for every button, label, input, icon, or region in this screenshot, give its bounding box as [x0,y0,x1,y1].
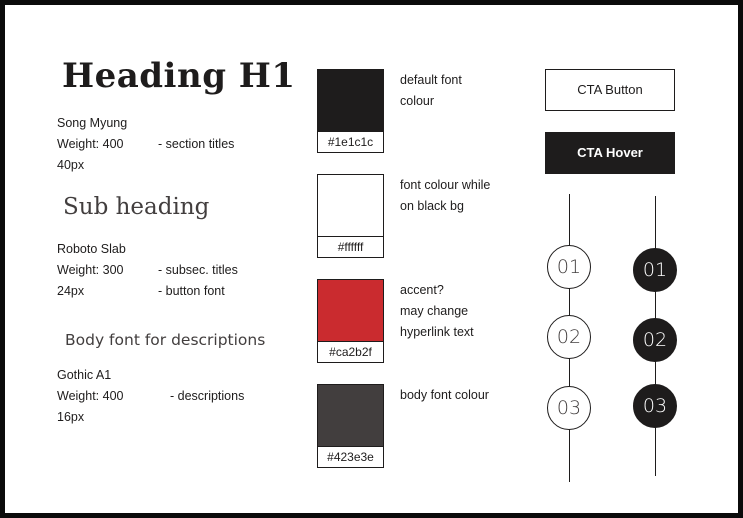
cta-button-hover[interactable]: CTA Hover [545,132,675,174]
subheading-font-usage-2: - button font [158,284,225,298]
swatch-fill [318,280,383,343]
subheading-font-weight: Weight: 300 [57,263,124,277]
swatch-fill [318,385,383,448]
step-circle-light-02[interactable]: 02 [547,315,591,359]
note-line: colour [400,94,435,108]
swatch-hex-code: #ffffff [318,236,383,257]
body-font-sample: Body font for descriptions [65,331,266,349]
color-swatch-white: #ffffff [317,174,384,258]
subheading-font-name: Roboto Slab [57,242,126,256]
step-circle-light-01[interactable]: 01 [547,245,591,289]
swatch-hex-code: #ca2b2f [318,341,383,362]
swatch-fill [318,175,383,238]
note-line: hyperlink text [400,325,474,339]
body-font-name: Gothic A1 [57,368,112,382]
step-circle-dark-01[interactable]: 01 [633,248,677,292]
subheading-sample: Sub heading [63,194,210,220]
swatch-note-white: font colour while on black bg [400,175,490,217]
swatch-hex-code: #1e1c1c [318,131,383,152]
swatch-fill [318,70,383,133]
note-line: on black bg [400,199,464,213]
color-swatch-accent: #ca2b2f [317,279,384,363]
heading-h1-sample: Heading H1 [62,56,296,96]
subheading-font-size: 24px [57,284,85,298]
body-font-usage: - descriptions [170,389,245,403]
color-swatch-body-font: #423e3e [317,384,384,468]
step-circle-light-03[interactable]: 03 [547,386,591,430]
step-circle-dark-03[interactable]: 03 [633,384,677,428]
note-line: body font colour [400,388,489,402]
step-circle-dark-02[interactable]: 02 [633,318,677,362]
note-line: may change [400,304,469,318]
heading-font-name: Song Myung [57,116,128,130]
heading-font-weight: Weight: 400 [57,137,124,151]
heading-font-usage: - section titles [158,137,235,151]
note-line: default font [400,73,462,87]
subheading-font-usage: - subsec. titles [158,263,238,277]
cta-button-default[interactable]: CTA Button [545,69,675,111]
heading-font-size: 40px [57,158,85,172]
swatch-note-accent: accent? may change hyperlink text [400,280,474,343]
swatch-hex-code: #423e3e [318,446,383,467]
swatch-note-default-font: default font colour [400,70,462,112]
color-swatch-default-font: #1e1c1c [317,69,384,153]
body-font-weight: Weight: 400 [57,389,124,403]
note-line: accent? [400,283,444,297]
swatch-note-body-font: body font colour [400,385,489,406]
body-font-size: 16px [57,410,85,424]
note-line: font colour while [400,178,491,192]
